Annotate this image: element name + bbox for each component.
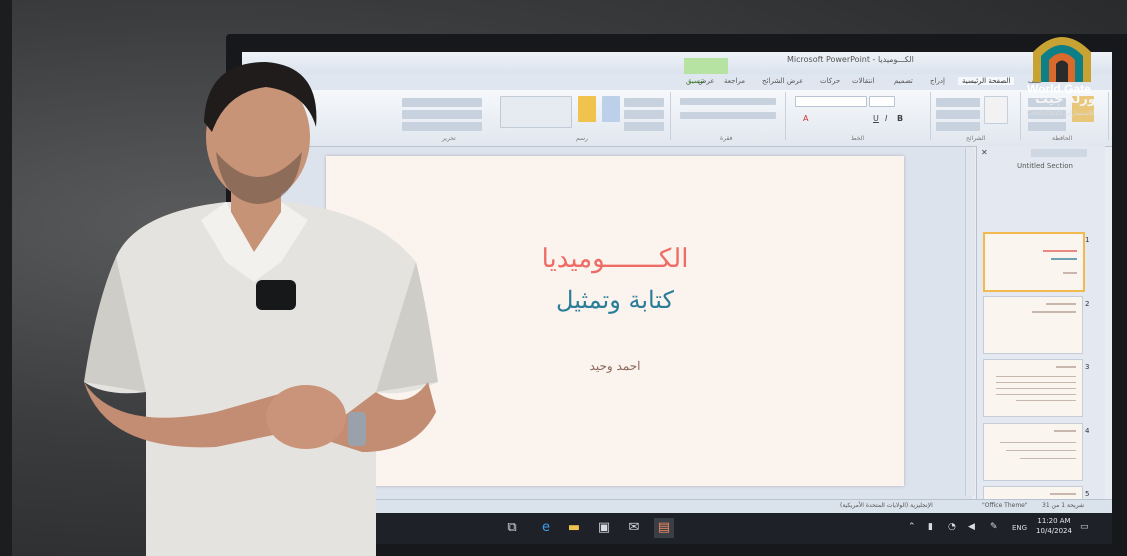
list-buttons[interactable]: [680, 98, 776, 105]
world-gate-logo: World Gate ورلد جيت Consultants للاستشار…: [1023, 26, 1101, 122]
file-explorer-icon[interactable]: ▬: [564, 518, 584, 538]
font-size-select[interactable]: [869, 96, 895, 107]
wristwatch: [348, 412, 366, 446]
tab-review[interactable]: مراجعة: [724, 77, 745, 85]
tab-animations[interactable]: حركات: [820, 77, 840, 85]
tab-design[interactable]: تصميم: [894, 77, 913, 85]
drawing-group: رسم: [492, 92, 671, 142]
drawing-tools-context-tab[interactable]: [684, 58, 728, 74]
underline-button[interactable]: U: [873, 114, 879, 123]
tab-home[interactable]: الصفحة الرئيسية: [958, 77, 1015, 85]
status-language[interactable]: الإنجليزية (الولايات المتحدة الأمريكية): [840, 502, 933, 509]
logo-text-ar: ورلد جيت: [1035, 92, 1096, 107]
task-view-icon[interactable]: ⧉: [502, 518, 522, 538]
lapel-mic: [256, 280, 296, 310]
format-painter-button[interactable]: [1028, 122, 1066, 131]
new-slide-button[interactable]: [984, 96, 1008, 124]
font-color-button[interactable]: A: [803, 114, 808, 123]
slides-group: الشرائح: [932, 92, 1021, 142]
italic-button[interactable]: I: [885, 114, 887, 123]
tab-slideshow[interactable]: عرض الشرائح: [762, 77, 803, 85]
clock-date: 10/4/2024: [1036, 527, 1072, 535]
edge-icon[interactable]: e: [536, 518, 556, 538]
font-group: B I U A الخط: [787, 92, 931, 142]
close-icon[interactable]: ✕: [981, 148, 988, 157]
tab-format[interactable]: تنسيق: [686, 77, 704, 85]
slide-thumbnail-3[interactable]: [983, 359, 1083, 417]
logo-arch-icon: [1033, 37, 1091, 82]
bold-button[interactable]: B: [897, 114, 903, 123]
thumbnail-number: 2: [1085, 300, 1090, 308]
thumbnail-number: 4: [1085, 427, 1090, 435]
slide-thumbnail-1[interactable]: [983, 232, 1085, 292]
wifi-icon[interactable]: ◔: [948, 522, 956, 532]
network-icon[interactable]: ▮: [928, 522, 933, 532]
reset-button[interactable]: [936, 110, 980, 119]
mail-icon[interactable]: ✉: [624, 518, 644, 538]
powerpoint-icon[interactable]: ▤: [654, 518, 674, 538]
shapes-gallery[interactable]: [500, 96, 572, 128]
group-label-slides: الشرائح: [966, 135, 986, 142]
pen-icon[interactable]: ✎: [990, 522, 998, 532]
tab-insert[interactable]: إدراج: [930, 77, 945, 85]
logo-subtitle: Consultants للاستشارات: [1027, 110, 1095, 117]
group-label-paragraph: فقرة: [720, 135, 733, 142]
paragraph-group: فقرة: [672, 92, 786, 142]
slide-thumbnail-4[interactable]: [983, 423, 1083, 481]
thumbnail-number: 5: [1085, 490, 1090, 498]
clock[interactable]: 11:20 AM 10/4/2024: [1034, 516, 1074, 536]
align-buttons[interactable]: [680, 112, 776, 119]
slide-scrollbar[interactable]: [965, 148, 975, 496]
volume-icon[interactable]: ◀: [968, 522, 975, 532]
presenter: [84, 62, 438, 556]
thumbnail-number: 3: [1085, 363, 1090, 371]
shape-outline-button[interactable]: [624, 110, 664, 119]
slide-thumbnail-2[interactable]: [983, 296, 1083, 354]
pane-tabs[interactable]: [1031, 149, 1087, 157]
store-icon[interactable]: ▣: [594, 518, 614, 538]
arrange-button[interactable]: [578, 96, 596, 122]
slide-counter: شريحة 1 من 31: [1042, 502, 1085, 509]
clock-time: 11:20 AM: [1037, 517, 1071, 525]
group-label-drawing: رسم: [576, 135, 588, 142]
quick-styles-button[interactable]: [602, 96, 620, 122]
section-label[interactable]: Untitled Section: [1017, 162, 1073, 170]
font-name-select[interactable]: [795, 96, 867, 107]
group-label-clipboard: الحافظة: [1052, 135, 1073, 142]
theme-name: "Office Theme": [982, 502, 1028, 509]
wall-edge: [0, 0, 12, 556]
group-label-font: الخط: [851, 135, 865, 142]
slide-thumbnails-pane: ✕ Untitled Section 1 2 3 4 5: [976, 146, 1105, 544]
thumbnail-number: 1: [1085, 236, 1090, 244]
show-hidden-icons-icon[interactable]: ⌃: [908, 522, 916, 532]
app-title: Microsoft PowerPoint - الكـــوميديا: [787, 55, 914, 64]
shape-fill-button[interactable]: [624, 98, 664, 107]
notifications-icon[interactable]: ▭: [1080, 522, 1089, 532]
input-language[interactable]: ENG: [1012, 524, 1027, 532]
shape-effects-button[interactable]: [624, 122, 664, 131]
section-button[interactable]: [936, 122, 980, 131]
tab-transitions[interactable]: انتقالات: [852, 77, 874, 85]
layout-button[interactable]: [936, 98, 980, 107]
